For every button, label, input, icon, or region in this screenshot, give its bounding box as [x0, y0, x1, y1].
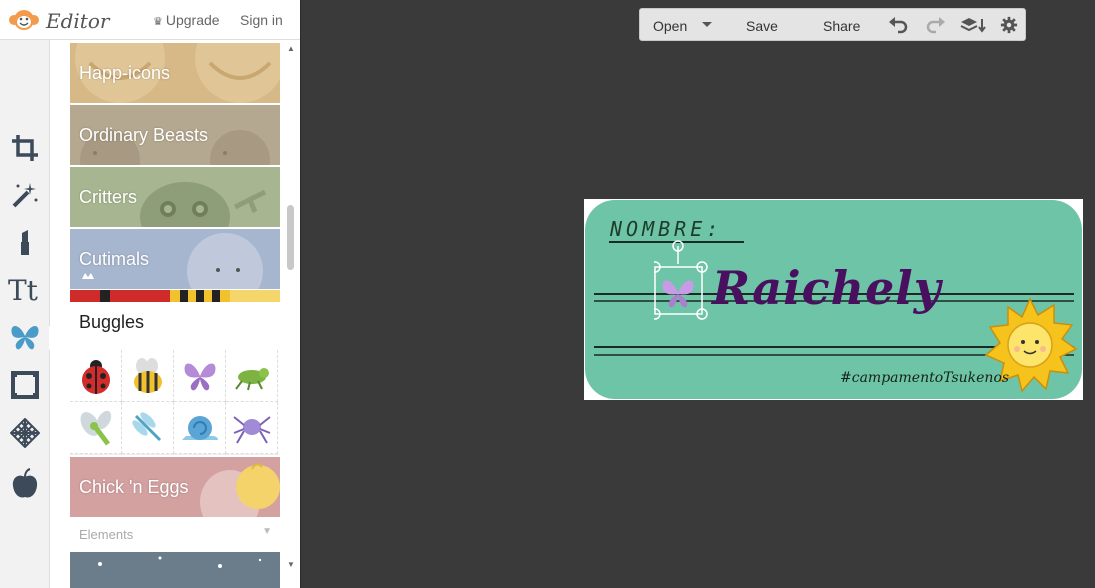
pack-label: Happ-icons [79, 63, 171, 83]
upgrade-link[interactable]: ♛ Upgrade [153, 12, 220, 28]
frames-tool-button[interactable] [8, 368, 42, 402]
pack-label: Ordinary Beasts [79, 125, 209, 145]
pack-label: Critters [79, 187, 137, 207]
svg-text:Tt: Tt [8, 274, 39, 304]
pack-buggles-expanded: Buggles [70, 290, 280, 455]
pack-ordinary-beasts[interactable]: Ordinary Beasts [70, 105, 280, 165]
ladybug-icon [81, 359, 110, 394]
elements-dropdown-label: Elements [79, 527, 134, 542]
dragonfly-icon [80, 410, 111, 445]
sticker-library-panel: Happ-icons Ordinary Beasts Critters Cuti… [50, 40, 300, 588]
bee-icon [133, 357, 162, 393]
scroll-thumb[interactable] [287, 205, 294, 270]
effects-tool-button[interactable] [8, 178, 42, 212]
pack-cutimals[interactable]: Cutimals [70, 229, 280, 289]
pack-critters[interactable]: Critters [70, 167, 280, 227]
spider-icon [232, 415, 271, 444]
magic-wand-icon [12, 183, 38, 208]
open-button[interactable]: Open [653, 18, 687, 34]
canvas-toolbar: Open Save Share [639, 8, 1026, 41]
sticker-snail[interactable] [174, 402, 226, 454]
pack-stars-preview[interactable] [70, 552, 280, 588]
app-title: Editor [46, 9, 110, 33]
monkey-logo-icon[interactable] [8, 8, 40, 32]
sticker-blue-dragonfly[interactable] [122, 402, 174, 454]
elements-dropdown[interactable]: Elements ▼ [70, 520, 280, 548]
hashtag-text[interactable]: #campamentoTsukenos [840, 370, 1009, 386]
crop-tool-button[interactable] [8, 131, 42, 165]
tool-rail: Tt [0, 40, 50, 588]
save-button[interactable]: Save [746, 18, 778, 34]
text-icon: Tt [8, 274, 39, 304]
sticker-butterfly[interactable] [174, 350, 226, 402]
sticker-dragonfly[interactable] [70, 402, 122, 454]
redo-icon[interactable] [925, 16, 945, 34]
panel-divider [300, 0, 301, 588]
share-button[interactable]: Share [823, 18, 860, 34]
layers-icon[interactable] [960, 16, 986, 34]
label-nombre[interactable]: NOMBRE: [610, 217, 722, 241]
undo-icon[interactable] [889, 16, 909, 34]
grasshopper-icon [234, 367, 269, 390]
crop-icon [12, 135, 38, 161]
apple-icon [12, 468, 38, 498]
scroll-down-arrow-icon[interactable]: ▼ [287, 560, 295, 569]
blue-dragonfly-icon [131, 411, 161, 441]
lipstick-icon [21, 230, 29, 255]
chevron-down-icon: ▼ [262, 526, 272, 537]
pack-label: Chick 'n Eggs [79, 477, 189, 497]
sign-in-link[interactable]: Sign in [240, 12, 283, 28]
pack-happ-icons[interactable]: Happ-icons [70, 43, 280, 103]
scroll-up-arrow-icon[interactable]: ▲ [287, 44, 295, 53]
sticker-spider[interactable] [226, 402, 278, 454]
pack-title: Buggles [79, 312, 145, 332]
themes-tool-button[interactable] [8, 467, 42, 501]
frame-icon [11, 371, 39, 399]
app-header: Editor ♛ Upgrade Sign in [0, 0, 300, 40]
pack-chick-n-eggs[interactable]: Chick 'n Eggs [70, 457, 280, 517]
pack-label: Cutimals [79, 249, 150, 269]
settings-gear-icon[interactable] [999, 16, 1019, 34]
sticker-ladybug[interactable] [70, 350, 122, 402]
name-text[interactable]: Raichely [712, 261, 942, 315]
purple-butterfly-icon [184, 362, 215, 390]
stickers-tool-button[interactable] [8, 320, 42, 354]
sticker-bee[interactable] [122, 350, 174, 402]
butterfly-icon [11, 326, 39, 350]
texture-icon [10, 418, 40, 448]
crown-icon: ♛ [153, 16, 163, 28]
text-tool-button[interactable]: Tt [8, 272, 42, 306]
snail-icon [181, 415, 218, 440]
touch-up-tool-button[interactable] [8, 225, 42, 259]
open-dropdown-arrow-icon[interactable] [702, 22, 712, 27]
library-scrollbar[interactable]: ▲ ▼ [283, 40, 299, 572]
textures-tool-button[interactable] [8, 416, 42, 450]
selection-box[interactable] [654, 240, 708, 320]
sticker-grasshopper[interactable] [226, 350, 278, 402]
buggles-pack-banner [70, 290, 280, 302]
upgrade-label: Upgrade [165, 12, 220, 28]
